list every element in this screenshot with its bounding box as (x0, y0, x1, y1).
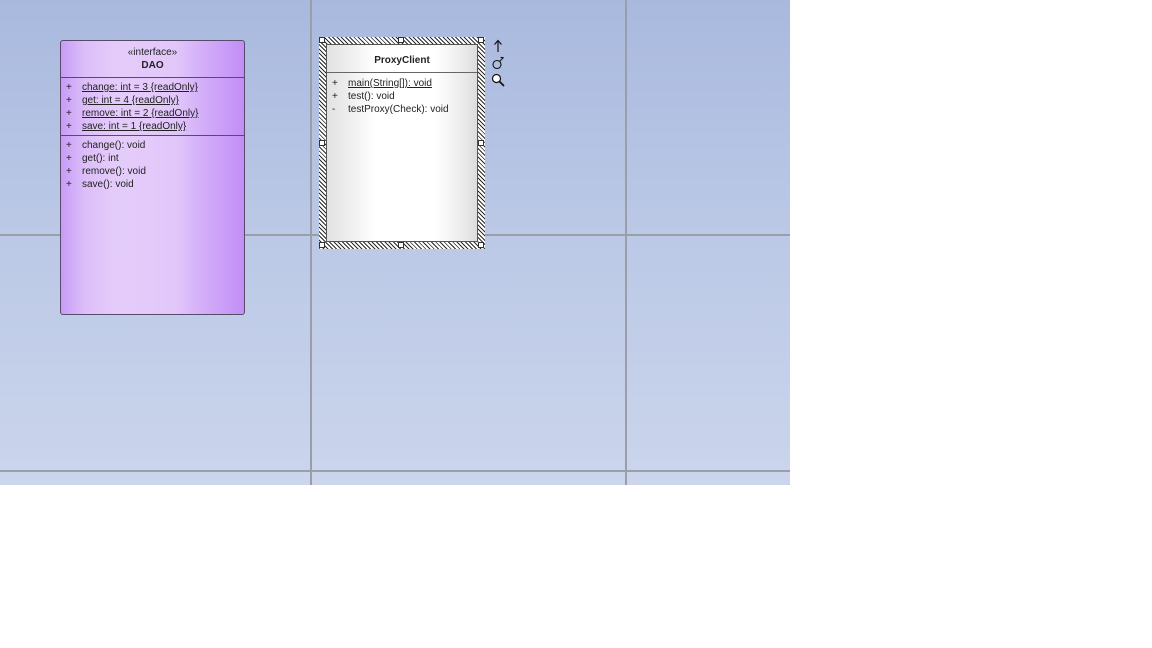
class-header: «interface» DAO (61, 41, 244, 78)
class-name: ProxyClient (374, 55, 430, 66)
operation-row[interactable]: - testProxy(Check): void (327, 103, 477, 116)
visibility-marker: + (66, 121, 72, 132)
class-header: ProxyClient (327, 45, 477, 73)
arrow-up-icon[interactable] (491, 39, 505, 53)
class-stereotype: «interface» (127, 47, 178, 58)
visibility-marker: + (66, 108, 72, 119)
attribute-text: save: int = 1 {readOnly} (82, 121, 187, 132)
operations-compartment: + main(String[]): void + test(): void - … (327, 73, 477, 118)
link-hook-icon[interactable] (491, 56, 505, 70)
attribute-text: remove: int = 2 {readOnly} (82, 108, 199, 119)
class-proxy-client[interactable]: ProxyClient + main(String[]): void + tes… (326, 44, 478, 242)
visibility-marker: + (66, 82, 72, 93)
visibility-marker: + (66, 153, 72, 164)
operation-text: main(String[]): void (348, 78, 432, 89)
operation-text: test(): void (348, 91, 395, 102)
class-name: DAO (141, 60, 164, 71)
visibility-marker: + (66, 95, 72, 106)
operation-row[interactable]: + save(): void (61, 178, 244, 191)
diagram-canvas[interactable]: «interface» DAO + change: int = 3 {readO… (0, 0, 790, 485)
resize-handle-bottom[interactable] (398, 242, 404, 248)
operation-text: get(): int (82, 153, 119, 164)
visibility-marker: - (332, 104, 336, 115)
operation-row[interactable]: + change(): void (61, 139, 244, 152)
magnifier-icon[interactable] (491, 73, 505, 87)
operation-row[interactable]: + test(): void (327, 90, 477, 103)
operation-row[interactable]: + get(): int (61, 152, 244, 165)
attributes-compartment: + change: int = 3 {readOnly} + get: int … (61, 78, 244, 136)
grid-line (0, 470, 790, 472)
attribute-text: get: int = 4 {readOnly} (82, 95, 180, 106)
grid-line (310, 0, 312, 485)
resize-handle-left[interactable] (319, 140, 325, 146)
operation-text: save(): void (82, 179, 134, 190)
operation-text: testProxy(Check): void (348, 104, 449, 115)
attribute-row[interactable]: + get: int = 4 {readOnly} (61, 94, 244, 107)
visibility-marker: + (66, 179, 72, 190)
resize-handle-right[interactable] (478, 140, 484, 146)
visibility-marker: + (66, 140, 72, 151)
attribute-row[interactable]: + remove: int = 2 {readOnly} (61, 107, 244, 120)
resize-handle-bottom-right[interactable] (478, 242, 484, 248)
grid-line (625, 0, 627, 485)
operation-row[interactable]: + main(String[]): void (327, 77, 477, 90)
visibility-marker: + (332, 91, 338, 102)
operation-text: remove(): void (82, 166, 146, 177)
resize-handle-top-right[interactable] (478, 37, 484, 43)
resize-handle-top[interactable] (398, 37, 404, 43)
attribute-text: change: int = 3 {readOnly} (82, 82, 198, 93)
resize-handle-top-left[interactable] (319, 37, 325, 43)
visibility-marker: + (66, 166, 72, 177)
visibility-marker: + (332, 78, 338, 89)
attribute-row[interactable]: + save: int = 1 {readOnly} (61, 120, 244, 133)
operations-compartment: + change(): void + get(): int + remove()… (61, 136, 244, 193)
class-dao[interactable]: «interface» DAO + change: int = 3 {readO… (60, 40, 245, 315)
attribute-row[interactable]: + change: int = 3 {readOnly} (61, 81, 244, 94)
operation-text: change(): void (82, 140, 146, 151)
resize-handle-bottom-left[interactable] (319, 242, 325, 248)
operation-row[interactable]: + remove(): void (61, 165, 244, 178)
